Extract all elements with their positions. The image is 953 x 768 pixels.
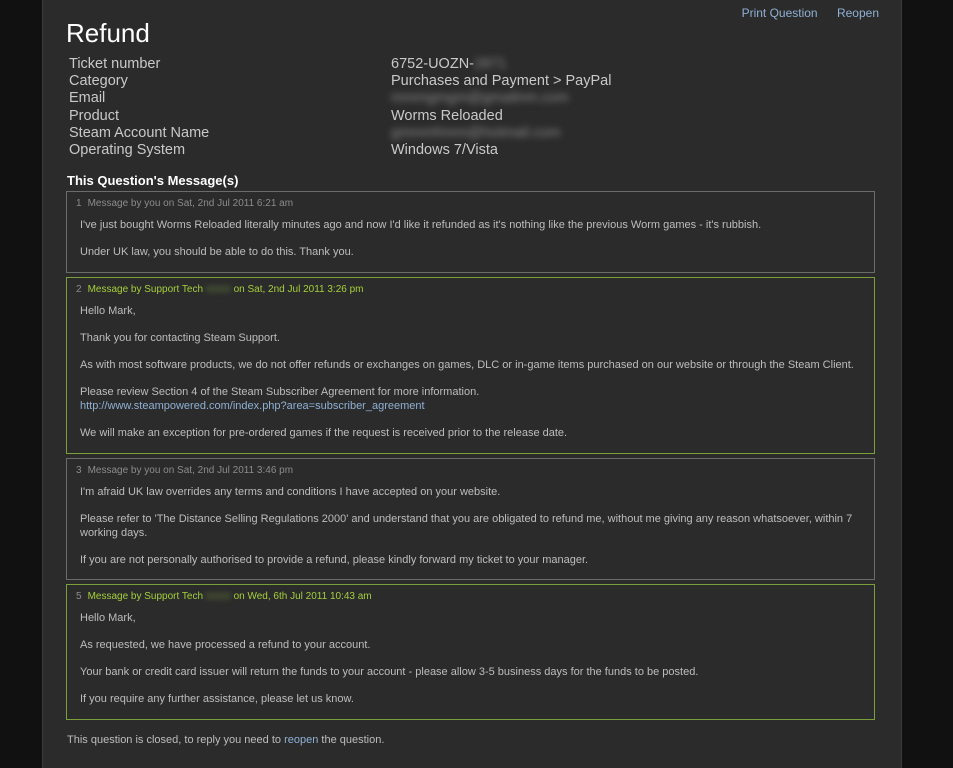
redacted-text: mmm: [205, 284, 231, 295]
info-row-os: Operating System Windows 7/Vista: [69, 142, 709, 159]
message-body: Hello Mark, Thank you for contacting Ste…: [67, 296, 874, 440]
info-value: Worms Reloaded: [391, 107, 503, 124]
message-paragraph: Hello Mark,: [80, 612, 136, 624]
info-label: Operating System: [69, 141, 186, 158]
message-meta-date: on Sat, 2nd Jul 2011 3:26 pm: [233, 284, 364, 295]
info-value: 6752-UOZN-2871: [391, 56, 507, 72]
message-meta: Message by Support Tech: [87, 591, 204, 602]
redacted-text: 2871: [474, 56, 507, 72]
message-number: 2: [76, 284, 82, 295]
top-links: Print Question Reopen: [726, 6, 879, 20]
message-paragraph: Hello Mark,: [80, 305, 136, 317]
info-label: Product: [69, 107, 119, 124]
subscriber-agreement-link[interactable]: http://www.steampowered.com/index.php?ar…: [80, 400, 425, 412]
info-row-email: Email mmmgmgm@gmailnm.com: [69, 90, 709, 107]
info-row-ticket-number: Ticket number 6752-UOZN-2871: [69, 56, 709, 73]
message-header: 1 Message by you on Sat, 2nd Jul 2011 6:2…: [67, 192, 874, 210]
message-paragraph: We will make an exception for pre-ordere…: [80, 426, 568, 439]
info-label: Ticket number: [69, 56, 161, 72]
message-meta: Message by you on Sat, 2nd Jul 2011 3:46…: [87, 465, 294, 476]
message-meta-date: on Wed, 6th Jul 2011 10:43 am: [233, 591, 372, 602]
message-card-user: 3 Message by you on Sat, 2nd Jul 2011 3:4…: [66, 458, 875, 580]
info-label: Email: [69, 90, 106, 107]
redacted-text: gmmmhmm@hotmail.com: [391, 124, 561, 141]
message-number: 3: [76, 465, 82, 476]
message-paragraph: I've just bought Worms Reloaded literall…: [80, 219, 762, 231]
message-paragraph: Please refer to 'The Distance Selling Re…: [80, 513, 853, 539]
ticket-page: Print Question Reopen Refund Ticket numb…: [42, 0, 902, 768]
message-header: 2 Message by Support Tech mmm on Sat, 2nd…: [67, 278, 874, 296]
info-label: Steam Account Name: [69, 124, 210, 141]
messages-heading: This Question's Message(s): [67, 173, 239, 188]
message-number: 5: [76, 591, 82, 602]
info-row-category: Category Purchases and Payment > PayPal: [69, 73, 709, 90]
message-paragraph: As requested, we have processed a refund…: [80, 639, 371, 651]
message-header: 3 Message by you on Sat, 2nd Jul 2011 3:4…: [67, 459, 874, 477]
message-body: I'm afraid UK law overrides any terms an…: [67, 477, 874, 567]
info-row-steam-account: Steam Account Name gmmmhmm@hotmail.com: [69, 125, 709, 142]
message-paragraph: If you are not personally authorised to …: [80, 553, 589, 566]
page-title: Refund: [66, 18, 150, 48]
message-paragraph: Please review Section 4 of the Steam Sub…: [80, 386, 480, 412]
info-value: Windows 7/Vista: [391, 141, 498, 158]
message-card-support: 2 Message by Support Tech mmm on Sat, 2nd…: [66, 277, 875, 454]
message-meta: Message by Support Tech: [87, 284, 204, 295]
message-card-support: 5 Message by Support Tech mmm on Wed, 6th…: [66, 584, 875, 720]
message-body: Hello Mark, As requested, we have proces…: [67, 603, 874, 707]
message-paragraph: Under UK law, you should be able to do t…: [80, 246, 354, 258]
reopen-inline-link[interactable]: reopen: [284, 734, 318, 746]
ticket-info: Ticket number 6752-UOZN-2871 Category Pu…: [69, 56, 709, 159]
message-header: 5 Message by Support Tech mmm on Wed, 6th…: [67, 585, 874, 603]
message-meta: Message by you on Sat, 2nd Jul 2011 6:21…: [87, 198, 294, 209]
message-number: 1: [76, 198, 82, 209]
message-card-user: 1 Message by you on Sat, 2nd Jul 2011 6:2…: [66, 191, 875, 273]
closed-notice: This question is closed, to reply you ne…: [67, 734, 385, 746]
info-row-product: Product Worms Reloaded: [69, 108, 709, 125]
print-question-link[interactable]: Print Question: [742, 6, 818, 20]
redacted-text: mmm: [205, 591, 231, 602]
redacted-text: mmmgmgm@gmailnm.com: [391, 90, 569, 107]
info-value: Purchases and Payment > PayPal: [391, 73, 612, 90]
message-body: I've just bought Worms Reloaded literall…: [67, 210, 874, 260]
message-paragraph: If you require any further assistance, p…: [80, 693, 354, 705]
message-paragraph: Your bank or credit card issuer will ret…: [80, 666, 699, 678]
message-paragraph: As with most software products, we do no…: [80, 359, 854, 371]
info-label: Category: [69, 73, 128, 90]
message-paragraph: Thank you for contacting Steam Support.: [80, 332, 280, 344]
message-paragraph: I'm afraid UK law overrides any terms an…: [80, 486, 501, 498]
reopen-link[interactable]: Reopen: [837, 6, 879, 20]
